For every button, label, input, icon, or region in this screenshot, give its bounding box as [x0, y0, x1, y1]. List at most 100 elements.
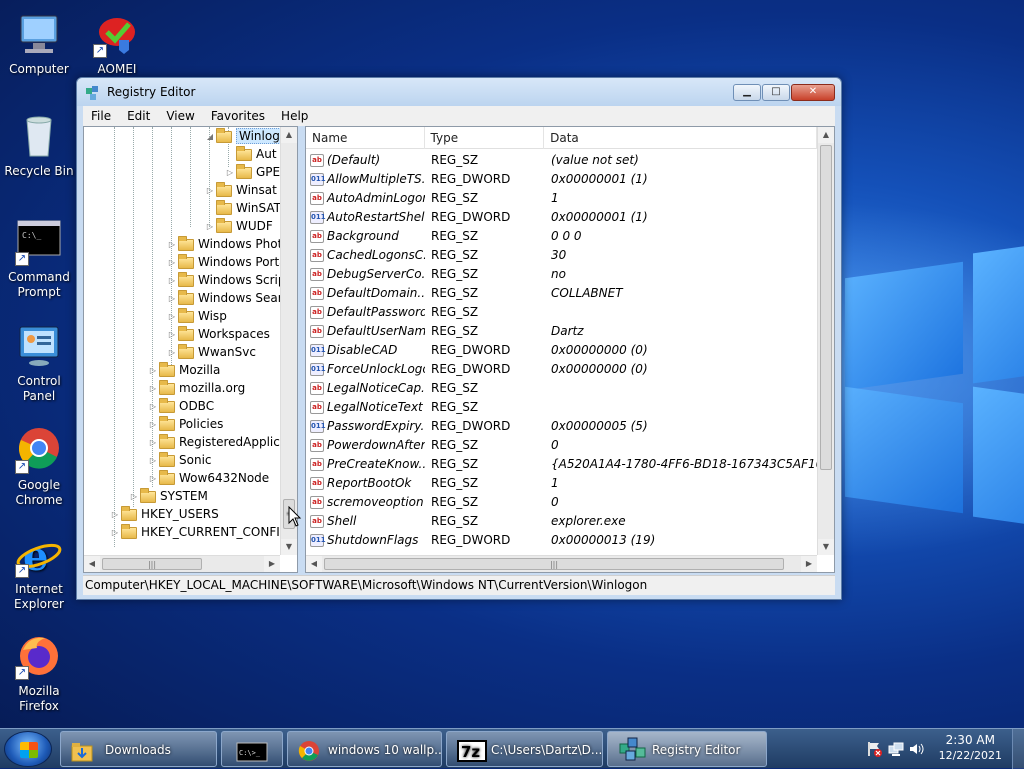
- value-row[interactable]: ab LegalNoticeCap... REG_SZ: [306, 379, 815, 398]
- column-header-type[interactable]: Type: [425, 127, 545, 149]
- list-vertical-scrollbar[interactable]: ▲ ▼: [817, 127, 834, 555]
- value-row[interactable]: 011AutoRestartShell REG_DWORD 0x00000001 (…: [306, 208, 815, 227]
- window-titlebar[interactable]: Registry Editor ▁ □ ✕: [77, 78, 841, 106]
- expand-arrow-icon[interactable]: ▷: [166, 326, 178, 344]
- desktop-icon-computer[interactable]: Computer: [0, 10, 78, 77]
- expand-arrow-icon[interactable]: ▷: [204, 182, 216, 200]
- tree-item[interactable]: ▷ Wow6432Node: [147, 469, 269, 487]
- tree-item[interactable]: ▷ HKEY_CURRENT_CONFIG: [109, 523, 289, 541]
- tree-item[interactable]: ▷ WwanSvc: [166, 343, 256, 361]
- show-desktop-button[interactable]: [1012, 729, 1024, 769]
- start-button[interactable]: [4, 731, 52, 767]
- expand-arrow-icon[interactable]: ▷: [147, 452, 159, 470]
- value-row[interactable]: ab PreCreateKnow... REG_SZ {A520A1A4-1780-4…: [306, 455, 831, 474]
- tree-item[interactable]: ▷ Winsat: [204, 181, 277, 199]
- expand-arrow-icon[interactable]: ▷: [147, 470, 159, 488]
- scroll-up-button[interactable]: ▲: [281, 127, 297, 143]
- value-row[interactable]: abPowerdownAfter... REG_SZ 0: [306, 436, 815, 455]
- scroll-right-button[interactable]: ▶: [264, 556, 280, 572]
- tree-item[interactable]: ▷ Windows Porta: [166, 253, 287, 271]
- taskbar-item-chrome[interactable]: windows 10 wallp...: [287, 731, 442, 767]
- tree-item-winlogon[interactable]: ◢ Winlog: [204, 127, 283, 145]
- expand-arrow-icon[interactable]: ▷: [147, 398, 159, 416]
- taskbar-item-cmd[interactable]: C:\>_: [221, 731, 283, 767]
- tree-item[interactable]: ▷ ODBC: [147, 397, 214, 415]
- tree-item[interactable]: ▷ mozilla.org: [147, 379, 245, 397]
- value-row[interactable]: ab (Default) REG_SZ (value not set): [306, 151, 815, 170]
- tree-item[interactable]: ▷ RegisteredApplica: [147, 433, 287, 451]
- value-row[interactable]: ab DebugServerCo... REG_SZ no: [306, 265, 815, 284]
- menu-favorites[interactable]: Favorites: [203, 106, 273, 126]
- tree-item[interactable]: ▷ Workspaces: [166, 325, 270, 343]
- maximize-button[interactable]: □: [762, 84, 790, 101]
- collapse-arrow-icon[interactable]: ◢: [204, 128, 216, 146]
- expand-arrow-icon[interactable]: ▷: [166, 272, 178, 290]
- expand-arrow-icon[interactable]: ▷: [224, 164, 236, 182]
- taskbar-clock[interactable]: 2:30 AM 12/22/2021: [939, 733, 1002, 763]
- desktop-icon-control-panel[interactable]: Control Panel: [0, 322, 78, 404]
- value-row[interactable]: ab DefaultUserName REG_SZ Dartz: [306, 322, 815, 341]
- menu-view[interactable]: View: [158, 106, 202, 126]
- value-row[interactable]: 011ForceUnlockLogon REG_DWORD 0x00000000 (…: [306, 360, 815, 379]
- scroll-right-button[interactable]: ▶: [801, 556, 817, 572]
- tree-item[interactable]: ▷ GPE: [224, 163, 280, 181]
- expand-arrow-icon[interactable]: ▷: [147, 434, 159, 452]
- scroll-thumb[interactable]: |||: [324, 558, 784, 570]
- tree-item[interactable]: ▷ Sonic: [147, 451, 212, 469]
- value-row[interactable]: ab LegalNoticeText REG_SZ: [306, 398, 815, 417]
- key-tree-pane[interactable]: ◢ Winlog Aut ▷ GPE ▷ Winsat WinSAT ▷ WUDF ▷ W…: [83, 126, 298, 573]
- taskbar-item-7zip[interactable]: 7z C:\Users\Dartz\D...: [446, 731, 603, 767]
- value-row[interactable]: 011PasswordExpiry... REG_DWORD 0x00000005 …: [306, 417, 815, 436]
- taskbar-item-registry-editor[interactable]: Registry Editor: [607, 731, 767, 767]
- scroll-left-button[interactable]: ◀: [306, 556, 322, 572]
- value-row[interactable]: ab Shell REG_SZ explorer.exe: [306, 512, 815, 531]
- value-row[interactable]: ab scremoveoption REG_SZ 0: [306, 493, 815, 512]
- scroll-down-button[interactable]: ▼: [281, 539, 297, 555]
- desktop-icon-command-prompt[interactable]: C:\_ ↗ Command Prompt: [0, 218, 78, 300]
- expand-arrow-icon[interactable]: ▷: [166, 344, 178, 362]
- desktop-icon-internet-explorer[interactable]: e ↗ Internet Explorer: [0, 530, 78, 612]
- tree-vertical-scrollbar[interactable]: ▲ ≡ ▼: [280, 127, 297, 555]
- expand-arrow-icon[interactable]: ▷: [109, 524, 121, 542]
- expand-arrow-icon[interactable]: ▷: [109, 506, 121, 524]
- tree-item[interactable]: Aut: [224, 145, 277, 163]
- list-horizontal-scrollbar[interactable]: ◀ ||| ▶: [306, 555, 817, 572]
- expand-arrow-icon[interactable]: ▷: [166, 308, 178, 326]
- tree-item[interactable]: WinSAT: [204, 199, 281, 217]
- minimize-button[interactable]: ▁: [733, 84, 761, 101]
- tree-item[interactable]: ▷ Windows Scrip: [166, 271, 285, 289]
- action-center-flag-icon[interactable]: [866, 741, 882, 757]
- column-header-data[interactable]: Data: [544, 127, 818, 149]
- desktop-icon-google-chrome[interactable]: ↗ Google Chrome: [0, 426, 78, 508]
- desktop-icon-aomei[interactable]: ↗ AOMEI: [78, 10, 156, 77]
- value-row[interactable]: 011DisableCAD REG_DWORD 0x00000000 (0): [306, 341, 815, 360]
- network-icon[interactable]: [888, 741, 904, 757]
- expand-arrow-icon[interactable]: ▷: [166, 236, 178, 254]
- scroll-left-button[interactable]: ◀: [84, 556, 100, 572]
- tree-item[interactable]: ▷ Wisp: [166, 307, 227, 325]
- menu-help[interactable]: Help: [273, 106, 316, 126]
- tree-item[interactable]: ▷ WUDF: [204, 217, 273, 235]
- desktop-icon-mozilla-firefox[interactable]: ↗ Mozilla Firefox: [0, 632, 78, 714]
- tree-item[interactable]: ▷ Mozilla: [147, 361, 220, 379]
- value-row[interactable]: 011AllowMultipleTS... REG_DWORD 0x00000001…: [306, 170, 815, 189]
- value-row[interactable]: ab Background REG_SZ 0 0 0: [306, 227, 815, 246]
- expand-arrow-icon[interactable]: ▷: [147, 380, 159, 398]
- scroll-thumb[interactable]: [820, 145, 832, 470]
- expand-arrow-icon[interactable]: ▷: [147, 416, 159, 434]
- scroll-up-button[interactable]: ▲: [818, 127, 834, 143]
- expand-arrow-icon[interactable]: ▷: [128, 488, 140, 506]
- value-row[interactable]: ab ReportBootOk REG_SZ 1: [306, 474, 815, 493]
- tree-item[interactable]: ▷ Windows Searc: [166, 289, 289, 307]
- values-list-pane[interactable]: Name Type Data ab (Default) REG_SZ (value n…: [305, 126, 835, 573]
- volume-icon[interactable]: [908, 741, 924, 757]
- taskbar-item-downloads[interactable]: Downloads: [60, 731, 217, 767]
- tree-item[interactable]: ▷ Windows Phot: [166, 235, 282, 253]
- value-row[interactable]: ab CachedLogonsC... REG_SZ 30: [306, 246, 815, 265]
- tree-item[interactable]: ▷ Policies: [147, 415, 223, 433]
- scroll-thumb[interactable]: |||: [102, 558, 202, 570]
- expand-arrow-icon[interactable]: ▷: [204, 218, 216, 236]
- tree-item[interactable]: ▷ HKEY_USERS: [109, 505, 219, 523]
- expand-arrow-icon[interactable]: ▷: [166, 290, 178, 308]
- value-row[interactable]: 011ShutdownFlags REG_DWORD 0x00000013 (19): [306, 531, 815, 550]
